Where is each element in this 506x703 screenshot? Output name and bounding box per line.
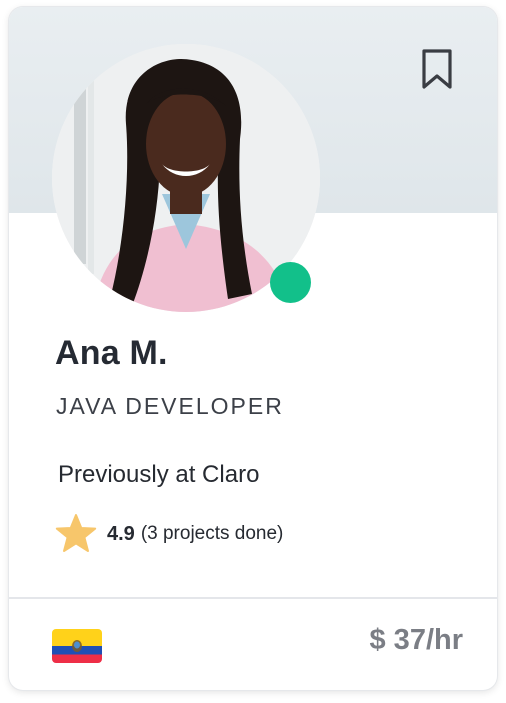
developer-role: JAVA DEVELOPER — [56, 393, 284, 419]
projects-done: (3 projects done) — [140, 523, 284, 544]
hourly-rate: $ 37/hr — [369, 624, 464, 656]
rating-value: 4.9 — [107, 522, 135, 545]
ecuador-flag-icon — [52, 629, 102, 663]
divider — [9, 597, 497, 599]
developer-name: Ana M. — [55, 334, 168, 372]
previous-employer: Previously at Claro — [58, 461, 260, 488]
bookmark-icon[interactable] — [419, 47, 455, 91]
developer-profile-card[interactable]: Ana M. JAVA DEVELOPER Previously at Clar… — [9, 7, 497, 690]
rating-row: 4.9 (3 projects done) — [55, 512, 283, 556]
star-icon — [55, 514, 97, 552]
online-status-indicator — [270, 262, 311, 303]
